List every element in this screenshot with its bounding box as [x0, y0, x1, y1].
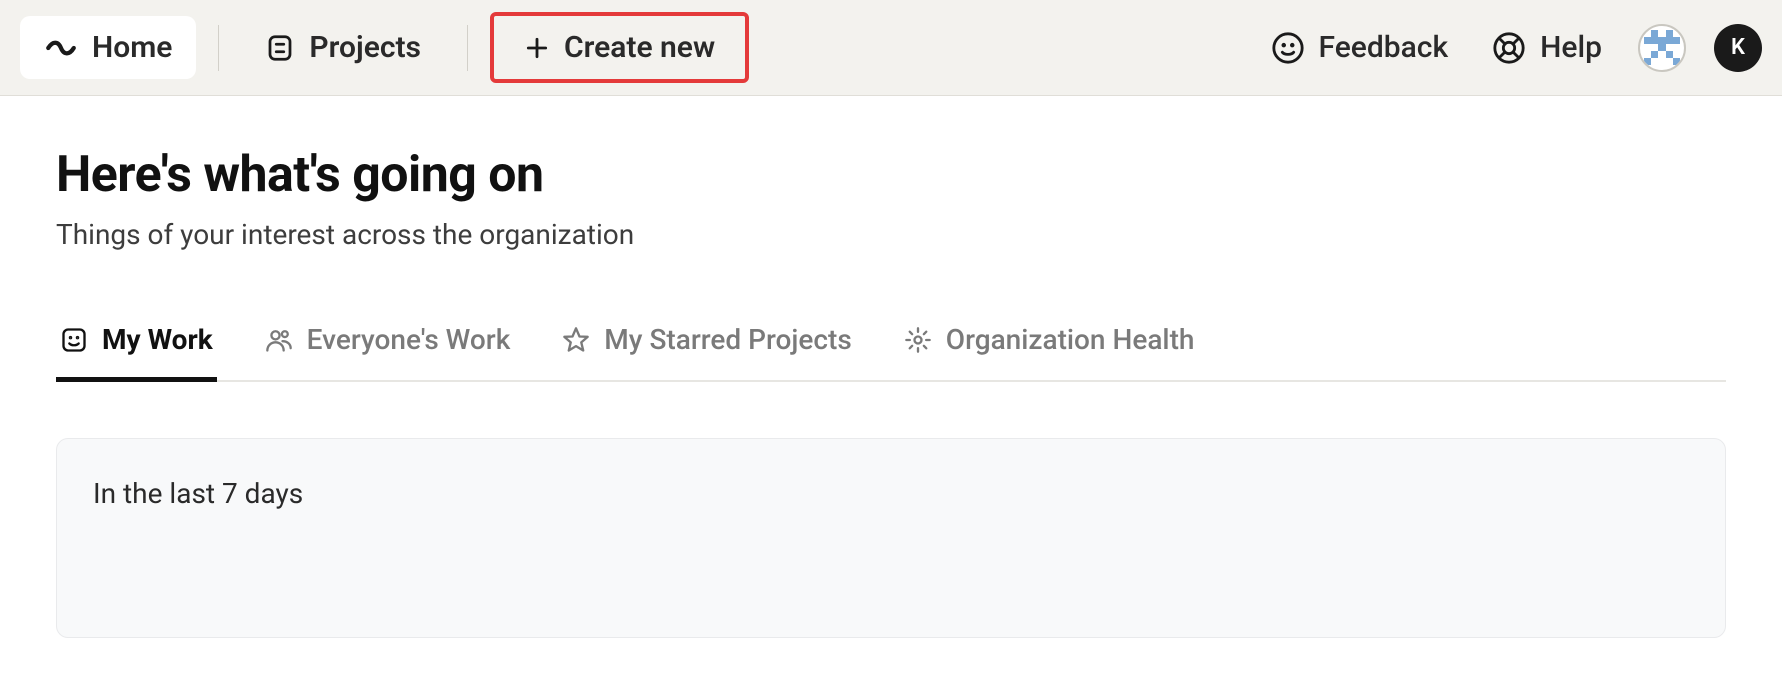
- projects-icon: [265, 33, 295, 63]
- page-title: Here's what's going on: [56, 146, 1726, 204]
- panel-heading: In the last 7 days: [93, 477, 1689, 510]
- create-new-button[interactable]: Create new: [490, 12, 749, 83]
- feedback-button[interactable]: Feedback: [1263, 24, 1457, 71]
- page-subtitle: Things of your interest across the organ…: [56, 218, 1726, 251]
- gear-icon: [904, 326, 932, 354]
- home-label: Home: [92, 30, 172, 65]
- recent-activity-panel: In the last 7 days: [56, 438, 1726, 638]
- face-icon: [60, 326, 88, 354]
- create-new-label: Create new: [564, 30, 715, 65]
- org-avatar[interactable]: [1638, 24, 1686, 72]
- help-icon: [1492, 31, 1526, 65]
- tab-everyones-work-label: Everyone's Work: [307, 323, 511, 356]
- tab-org-health[interactable]: Organization Health: [900, 311, 1199, 380]
- tab-my-work[interactable]: My Work: [56, 311, 217, 380]
- help-button[interactable]: Help: [1484, 24, 1610, 71]
- nav-separator: [218, 25, 219, 71]
- projects-button[interactable]: Projects: [241, 16, 445, 79]
- user-avatar[interactable]: K: [1714, 24, 1762, 72]
- home-button[interactable]: Home: [20, 16, 196, 79]
- help-label: Help: [1540, 30, 1602, 65]
- org-avatar-icon: [1644, 30, 1680, 66]
- logo-icon: [44, 31, 78, 65]
- tab-starred-label: My Starred Projects: [604, 323, 851, 356]
- tabs: My Work Everyone's Work My Starred Proje…: [56, 311, 1726, 382]
- topbar-left: Home Projects Create new: [20, 12, 749, 83]
- star-icon: [562, 326, 590, 354]
- tab-org-health-label: Organization Health: [946, 323, 1195, 356]
- topbar: Home Projects Create new: [0, 0, 1782, 96]
- main-content: Here's what's going on Things of your in…: [0, 96, 1782, 638]
- user-initial: K: [1731, 35, 1745, 60]
- nav-separator: [467, 25, 468, 71]
- tab-my-work-label: My Work: [102, 323, 213, 356]
- plus-icon: [524, 35, 550, 61]
- projects-label: Projects: [309, 30, 421, 65]
- people-icon: [265, 326, 293, 354]
- tab-starred-projects[interactable]: My Starred Projects: [558, 311, 855, 380]
- smile-icon: [1271, 31, 1305, 65]
- feedback-label: Feedback: [1319, 30, 1449, 65]
- tab-everyones-work[interactable]: Everyone's Work: [261, 311, 515, 380]
- topbar-right: Feedback Help: [1263, 24, 1762, 72]
